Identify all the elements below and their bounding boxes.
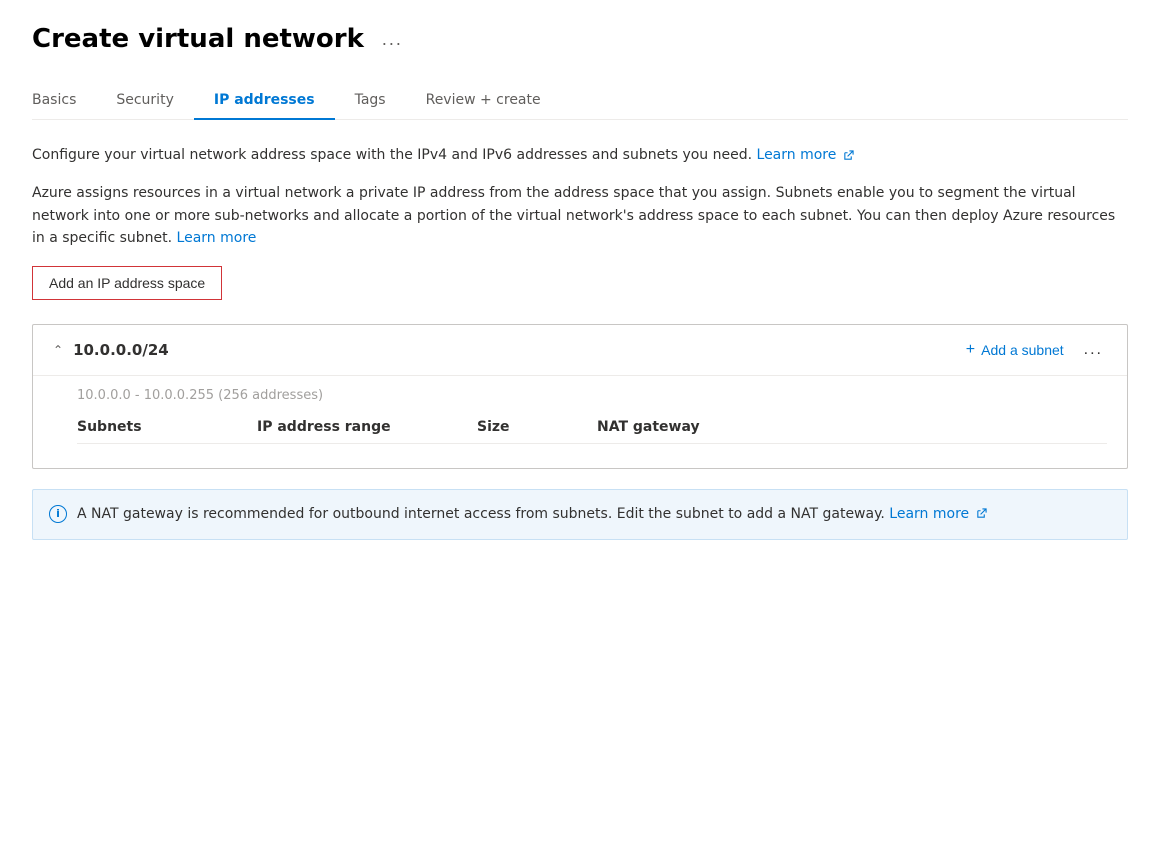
description-2: Azure assigns resources in a virtual net…	[32, 182, 1128, 249]
collapse-chevron-icon[interactable]: ⌃	[53, 343, 63, 357]
learn-more-link-1[interactable]: Learn more	[757, 147, 854, 163]
add-subnet-button[interactable]: + Add a subnet	[966, 341, 1064, 359]
tab-bar: Basics Security IP addresses Tags Review…	[32, 82, 1128, 120]
subnets-table: Subnets IP address range Size NAT gatewa…	[33, 403, 1127, 468]
description-1: Configure your virtual network address s…	[32, 144, 1128, 166]
ip-range-info: 10.0.0.0 - 10.0.0.255 (256 addresses)	[33, 376, 1127, 403]
col-header-ip-range: IP address range	[257, 419, 477, 435]
tab-tags[interactable]: Tags	[335, 82, 406, 120]
col-header-subnets: Subnets	[77, 419, 257, 435]
ip-space-title-row: ⌃ 10.0.0.0/24	[53, 341, 169, 359]
ip-space-card: ⌃ 10.0.0.0/24 + Add a subnet ... 10.0.0.…	[32, 324, 1128, 469]
add-ip-address-space-button[interactable]: Add an IP address space	[32, 266, 222, 300]
page-title-row: Create virtual network ...	[32, 24, 1128, 54]
nat-info-box: i A NAT gateway is recommended for outbo…	[32, 489, 1128, 540]
subnets-table-header: Subnets IP address range Size NAT gatewa…	[77, 419, 1107, 444]
col-header-nat-gateway: NAT gateway	[597, 419, 1107, 435]
plus-icon: +	[966, 341, 975, 359]
tab-security[interactable]: Security	[96, 82, 194, 120]
learn-more-link-2[interactable]: Learn more	[177, 230, 257, 246]
ip-cidr-label: 10.0.0.0/24	[73, 341, 169, 359]
page-title: Create virtual network	[32, 24, 364, 54]
nat-info-text: A NAT gateway is recommended for outboun…	[77, 504, 987, 525]
info-icon: i	[49, 505, 67, 523]
col-header-size: Size	[477, 419, 597, 435]
nat-learn-more-link[interactable]: Learn more	[889, 506, 986, 522]
ip-space-header: ⌃ 10.0.0.0/24 + Add a subnet ...	[33, 325, 1127, 376]
tab-basics[interactable]: Basics	[32, 82, 96, 120]
ip-space-actions: + Add a subnet ...	[966, 341, 1107, 359]
tab-review-create[interactable]: Review + create	[406, 82, 561, 120]
ip-space-more-button[interactable]: ...	[1080, 341, 1107, 359]
tab-ip-addresses[interactable]: IP addresses	[194, 82, 335, 120]
page-ellipsis-button[interactable]: ...	[376, 27, 409, 52]
